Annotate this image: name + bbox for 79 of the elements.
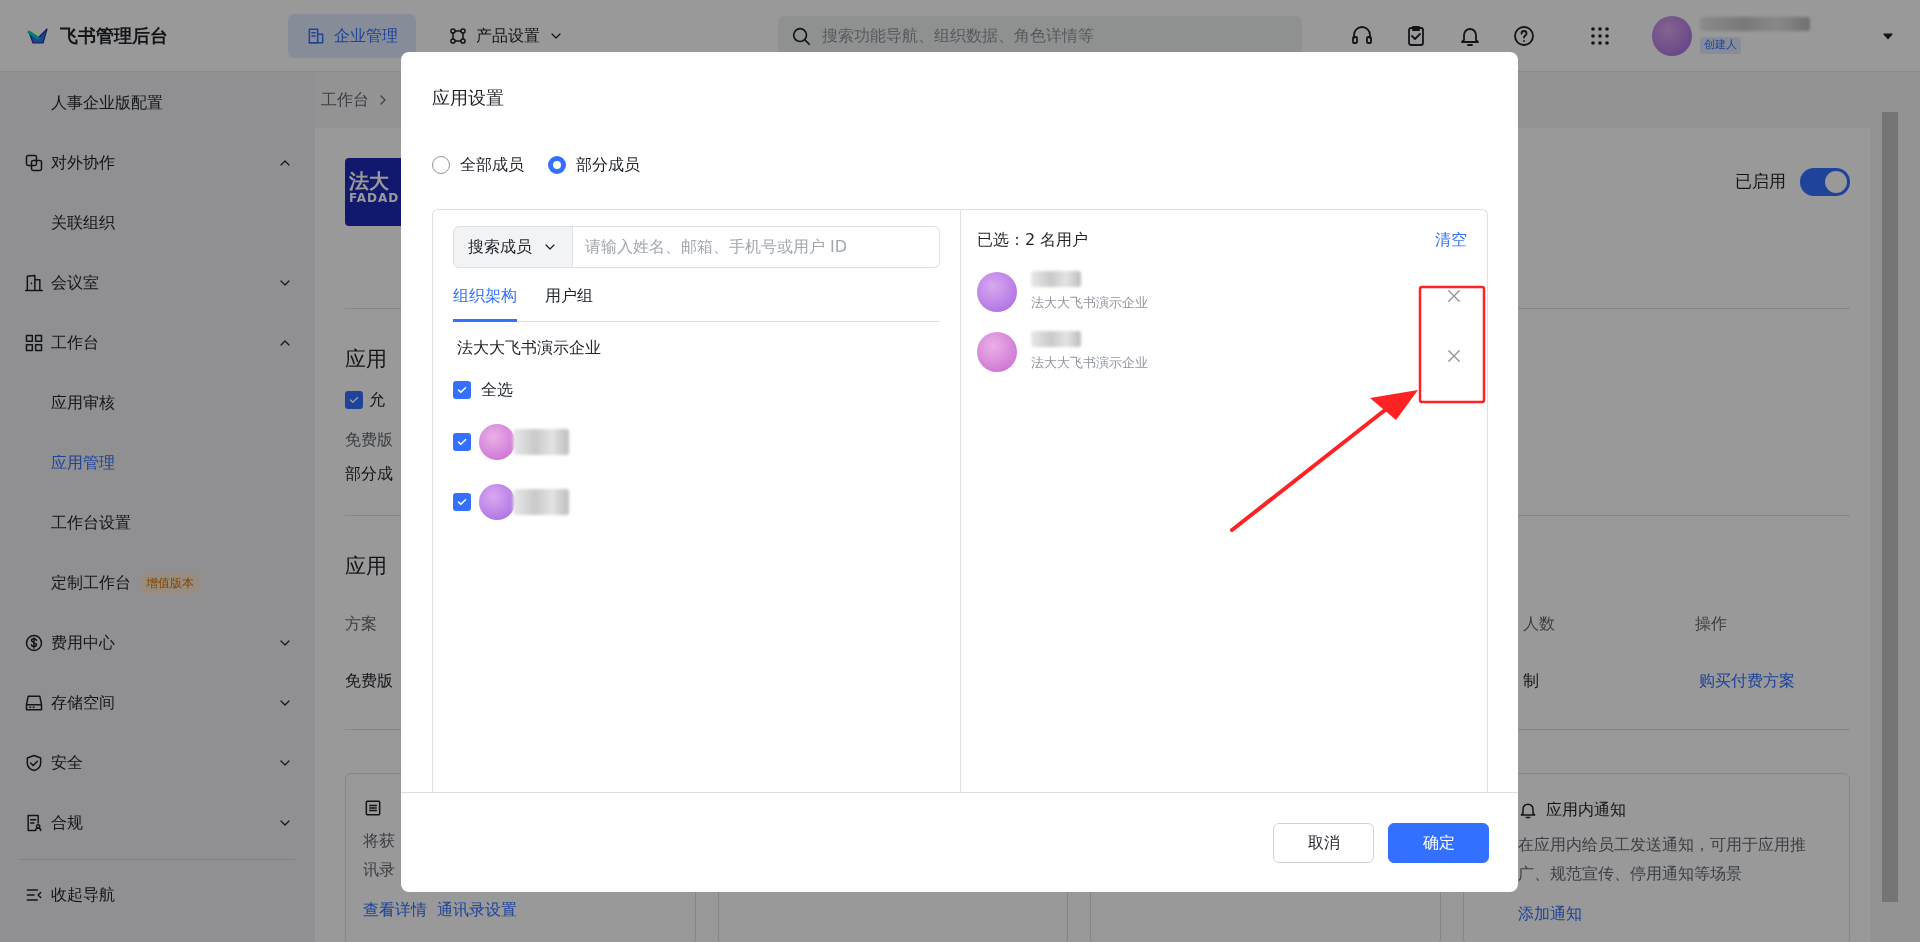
radio-option[interactable]: 全部成员 <box>432 153 524 177</box>
sidebar-item[interactable]: 应用管理 <box>0 433 315 493</box>
column-header: 操作 <box>1695 613 1728 636</box>
linked-squares-icon <box>24 153 44 173</box>
collapse-nav-link[interactable]: 收起导航 <box>51 883 115 907</box>
checkbox[interactable] <box>453 493 471 511</box>
checkbox[interactable] <box>345 390 363 409</box>
avatar[interactable] <box>1652 15 1692 56</box>
sidebar-item[interactable]: 应用审核 <box>0 373 315 433</box>
role-badge: 创建人 <box>1700 37 1741 54</box>
sidebar-item[interactable]: 工作台设置 <box>0 493 315 553</box>
sidebar-item[interactable]: 定制工作台 <box>51 571 131 595</box>
radio-option[interactable]: 部分成员 <box>548 153 640 177</box>
door-icon <box>24 273 44 293</box>
sidebar-group[interactable]: 费用中心 <box>51 631 115 655</box>
sidebar-group[interactable]: 工作台 <box>51 331 99 355</box>
document-person-icon <box>24 813 44 833</box>
blurred-name <box>513 489 569 515</box>
blurred-name <box>1031 271 1081 288</box>
card-text: 在应用内给员工发送通知，可用于应用推 <box>1517 833 1807 856</box>
plan-note: 免费版 <box>345 428 394 451</box>
section-title: 应用 <box>345 346 387 374</box>
blurred-name <box>513 429 569 455</box>
search-mode-dropdown[interactable]: 搜索成员 <box>453 226 573 268</box>
table-cell-text: 免费版 <box>345 670 394 693</box>
nodes-icon <box>448 25 468 46</box>
toggle-switch[interactable] <box>1800 168 1850 196</box>
confirm-button[interactable]: 确定 <box>1388 822 1489 863</box>
status-label: 已启用 <box>1735 170 1786 194</box>
org-name: 法大大飞书演示企业 <box>1031 294 1148 313</box>
shield-icon <box>24 753 44 773</box>
app-logo: 法大 FADAD <box>345 158 401 226</box>
avatar <box>977 332 1017 372</box>
product-title: 飞书管理后台 <box>60 24 168 48</box>
sidebar-group[interactable]: 合规 <box>51 811 83 835</box>
blurred-name <box>1031 331 1081 348</box>
buy-plan-link[interactable]: 购买付费方案 <box>1699 671 1795 691</box>
sidebar-group[interactable]: 会议室 <box>51 271 99 295</box>
tab[interactable]: 组织架构 <box>453 274 517 322</box>
checkbox[interactable] <box>453 433 471 451</box>
grid-icon <box>24 333 44 353</box>
feature-badge: 增值版本 <box>141 573 199 593</box>
sidebar-item[interactable]: 人事企业版配置 <box>0 73 315 133</box>
drive-icon <box>24 693 44 713</box>
tab[interactable]: 用户组 <box>545 274 593 322</box>
avatar <box>479 484 515 520</box>
sidebar-group[interactable]: 对外协作 <box>51 151 115 175</box>
cancel-button[interactable]: 取消 <box>1273 822 1374 863</box>
sidebar-group[interactable]: 安全 <box>51 751 83 775</box>
search-field[interactable]: 请输入姓名、邮箱、手机号或用户 ID <box>573 226 940 268</box>
table-cell-text: 制 <box>1523 670 1540 693</box>
selected-count: 已选：2 名用户 <box>977 229 1089 251</box>
dollar-icon <box>24 633 44 653</box>
section-title: 应用 <box>345 553 387 581</box>
dialog-title: 应用设置 <box>432 86 505 110</box>
scope-text: 部分成 <box>345 462 393 485</box>
clear-link[interactable]: 清空 <box>1435 228 1467 252</box>
card-link[interactable]: 查看详情 <box>363 897 427 922</box>
card-link[interactable]: 通讯录设置 <box>437 897 517 922</box>
avatar <box>977 272 1017 312</box>
card-text: 讯录 <box>363 858 396 881</box>
help-icon[interactable] <box>1512 23 1536 48</box>
column-header: 人数 <box>1523 613 1556 636</box>
checkbox[interactable] <box>453 381 471 399</box>
org-name: 法大大飞书演示企业 <box>1031 354 1148 373</box>
avatar <box>479 424 515 460</box>
org-name: 法大大飞书演示企业 <box>457 337 602 359</box>
scrollbar[interactable] <box>1882 112 1898 902</box>
sidebar-group[interactable]: 存储空间 <box>51 691 115 715</box>
nav-tab[interactable]: 产品设置 <box>430 13 582 58</box>
checkbox-label: 全选 <box>481 379 513 401</box>
column-header: 方案 <box>345 613 378 636</box>
breadcrumb-link[interactable]: 工作台 <box>321 88 369 112</box>
card-text: 将获 <box>363 829 396 852</box>
card-link[interactable]: 添加通知 <box>1517 901 1582 926</box>
card-title: 应用内通知 <box>1545 798 1626 821</box>
option-label: 允 <box>369 388 385 411</box>
card-text: 广、规范宣传、停用通知等场景 <box>1517 862 1743 885</box>
sidebar-item[interactable]: 关联组织 <box>0 193 315 253</box>
